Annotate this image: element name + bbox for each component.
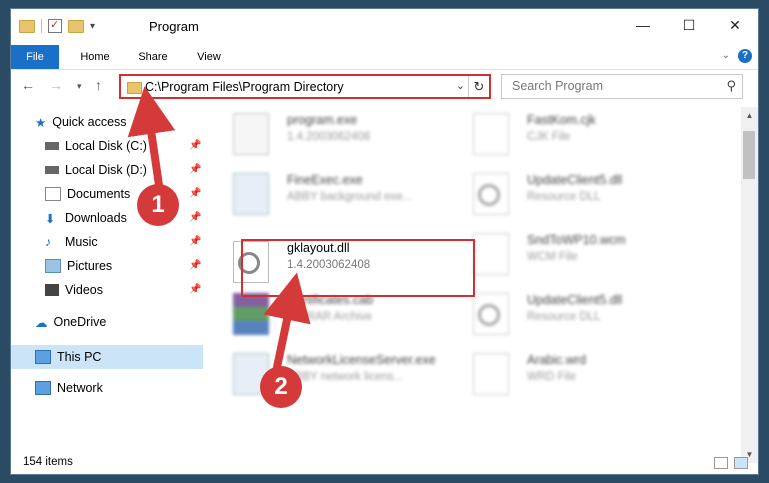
callout-arrows (127, 86, 311, 373)
callout-two: 2 (260, 366, 302, 408)
arrow-to-dll-file (263, 272, 311, 373)
arrow-to-address-bar (127, 86, 176, 193)
callout-one: 1 (137, 184, 179, 226)
